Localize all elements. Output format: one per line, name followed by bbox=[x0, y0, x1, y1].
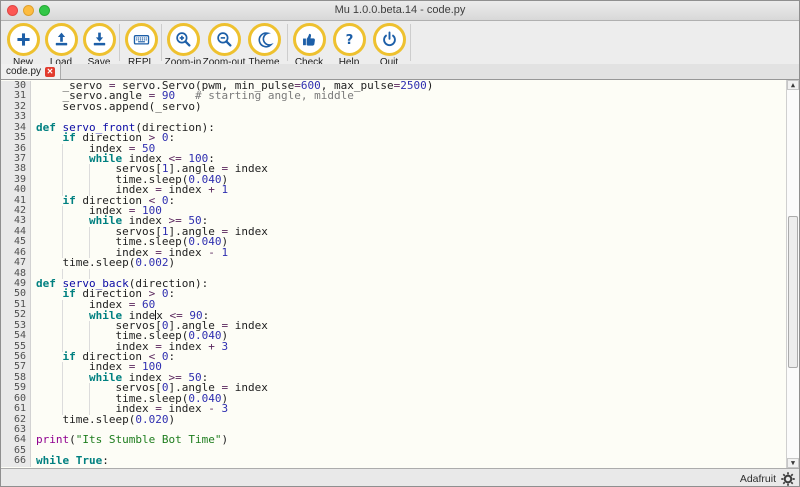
code-line-32: 32 servos.append(_servo) bbox=[1, 102, 786, 112]
scrollbar-thumb[interactable] bbox=[788, 216, 798, 368]
power-icon bbox=[373, 23, 406, 56]
moon-icon bbox=[248, 23, 281, 56]
svg-text:?: ? bbox=[345, 33, 353, 48]
status-bar: Adafruit bbox=[1, 468, 799, 487]
code-line-47: 47 time.sleep(0.002) bbox=[1, 258, 786, 268]
gear-icon[interactable] bbox=[780, 471, 796, 487]
code-text: time.sleep(0.020) bbox=[31, 415, 786, 425]
title-bar: Mu 1.0.0.beta.14 - code.py bbox=[1, 1, 799, 21]
code-line-66: 66while True: bbox=[1, 456, 786, 466]
scroll-down-arrow-icon[interactable]: ▼ bbox=[787, 458, 799, 468]
zoom-in-icon bbox=[167, 23, 200, 56]
vertical-scrollbar[interactable]: ▲ ▼ bbox=[786, 80, 799, 468]
mu-editor-window: Mu 1.0.0.beta.14 - code.py NewLoadSaveRE… bbox=[0, 0, 800, 487]
tab-bar: code.py ✕ bbox=[1, 64, 799, 80]
keyboard-icon bbox=[125, 23, 158, 56]
quit-button[interactable]: Quit bbox=[361, 23, 417, 68]
toolbar-separator bbox=[161, 24, 162, 61]
line-number: 35 bbox=[1, 133, 31, 143]
tab-code-py[interactable]: code.py ✕ bbox=[1, 64, 61, 79]
code-text bbox=[31, 446, 786, 456]
code-lines: 30 _servo = servo.Servo(pwm, min_pulse=6… bbox=[1, 81, 786, 467]
toolbar-separator bbox=[287, 24, 288, 61]
line-number: 61 bbox=[1, 404, 31, 414]
scroll-up-arrow-icon[interactable]: ▲ bbox=[787, 80, 799, 90]
download-icon bbox=[83, 23, 116, 56]
window-title: Mu 1.0.0.beta.14 - code.py bbox=[1, 1, 799, 21]
tab-close-icon[interactable]: ✕ bbox=[45, 67, 55, 77]
line-number: 66 bbox=[1, 456, 31, 466]
code-line-65: 65 bbox=[1, 446, 786, 456]
toolbar: NewLoadSaveREPLZoom-inZoom-outThemeCheck… bbox=[1, 21, 799, 64]
code-text: while True: bbox=[31, 456, 786, 466]
toolbar-separator bbox=[119, 24, 120, 61]
toolbar-separator bbox=[410, 24, 411, 61]
code-text: print("Its Stumble Bot Time") bbox=[31, 435, 786, 445]
tab-label: code.py bbox=[6, 66, 41, 77]
code-text: time.sleep(0.002) bbox=[31, 258, 786, 268]
code-editor[interactable]: 30 _servo = servo.Servo(pwm, min_pulse=6… bbox=[1, 80, 799, 468]
code-text: servos.append(_servo) bbox=[31, 102, 786, 112]
line-number: 54 bbox=[1, 331, 31, 341]
board-mode-label: Adafruit bbox=[740, 473, 776, 485]
code-line-62: 62 time.sleep(0.020) bbox=[1, 415, 786, 425]
code-line-64: 64print("Its Stumble Bot Time") bbox=[1, 435, 786, 445]
